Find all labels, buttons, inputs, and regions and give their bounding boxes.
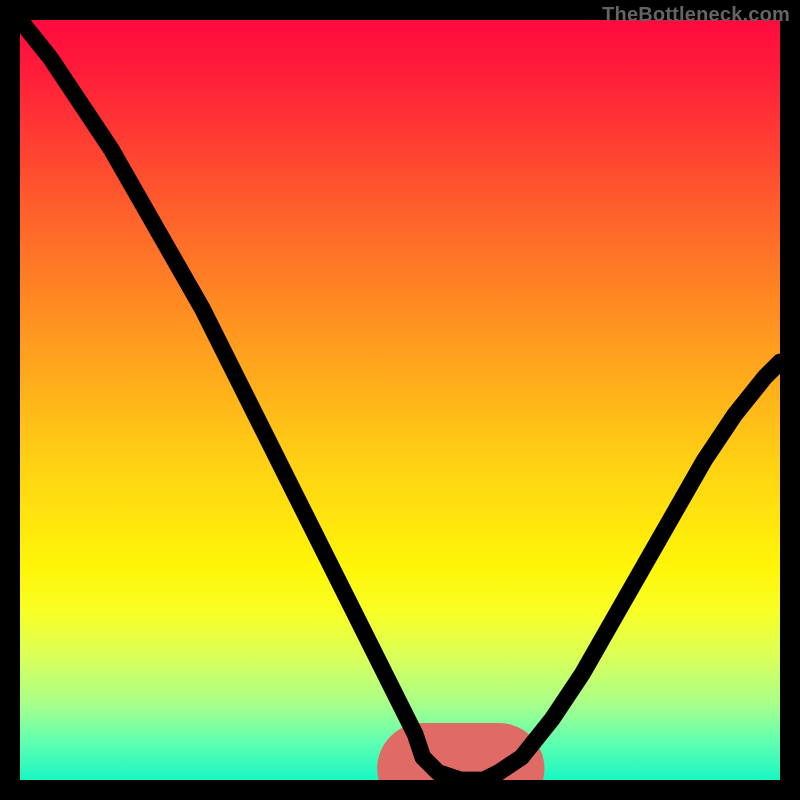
chart-frame: TheBottleneck.com <box>0 0 800 800</box>
bottleneck-curve <box>20 20 780 780</box>
plot-area <box>20 20 780 780</box>
watermark-text: TheBottleneck.com <box>602 4 790 27</box>
curve-layer <box>20 20 780 780</box>
